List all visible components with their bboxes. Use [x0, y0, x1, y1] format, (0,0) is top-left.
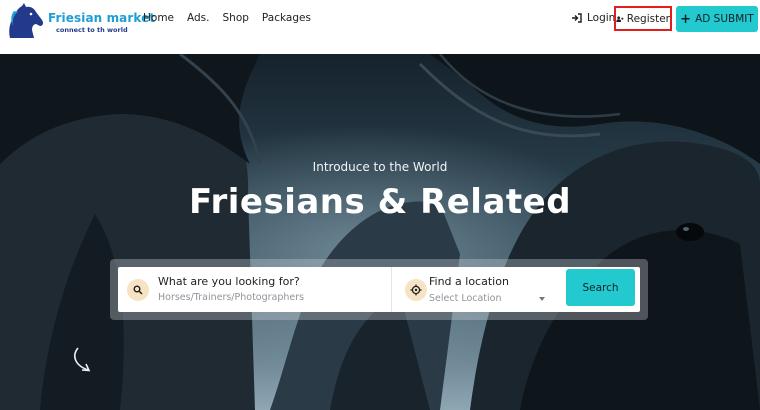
hero-title: Friesians & Related: [188, 182, 572, 222]
nav-shop[interactable]: Shop: [223, 12, 249, 24]
hero-background-image: [0, 54, 760, 410]
caret-down-icon: [539, 297, 545, 301]
nav-home[interactable]: Home: [143, 12, 174, 24]
user-plus-icon: [616, 15, 624, 22]
hero-intro: Introduce to the World: [312, 160, 448, 174]
crosshair-icon: [405, 279, 427, 301]
hero-banner: Introduce to the World Friesians & Relat…: [0, 54, 760, 410]
plus-icon: +: [680, 11, 692, 27]
sign-in-icon: [572, 13, 582, 23]
what-label: What are you looking for?: [158, 275, 300, 288]
register-label: Register: [626, 12, 670, 25]
curved-arrow-icon: [74, 347, 91, 372]
horse-head-icon: [9, 3, 44, 38]
main-nav: Home Ads. Shop Packages: [143, 12, 311, 24]
login-link[interactable]: Login: [571, 12, 615, 24]
search-panel: What are you looking for? Find a locatio…: [110, 259, 648, 320]
ad-submit-label: AD SUBMIT: [695, 13, 754, 25]
brand-name: Friesian market: [48, 11, 156, 25]
nav-packages[interactable]: Packages: [262, 12, 311, 24]
brand-tagline: connect to th world: [56, 26, 128, 34]
register-link[interactable]: Register: [614, 6, 672, 31]
search-icon: [127, 279, 149, 301]
nav-ads[interactable]: Ads.: [187, 12, 209, 24]
ad-submit-button[interactable]: + AD SUBMIT: [676, 6, 758, 32]
login-label: Login: [587, 12, 616, 24]
location-select[interactable]: Select Location: [429, 293, 547, 304]
location-label: Find a location: [429, 275, 509, 288]
brand-logo[interactable]: Friesian market connect to th world: [4, 2, 155, 40]
search-form: What are you looking for? Find a locatio…: [118, 267, 640, 312]
site-header: Friesian market connect to th world Home…: [0, 0, 760, 54]
search-divider: [391, 267, 392, 312]
search-button[interactable]: Search: [566, 269, 635, 306]
what-search-input[interactable]: [158, 292, 378, 303]
